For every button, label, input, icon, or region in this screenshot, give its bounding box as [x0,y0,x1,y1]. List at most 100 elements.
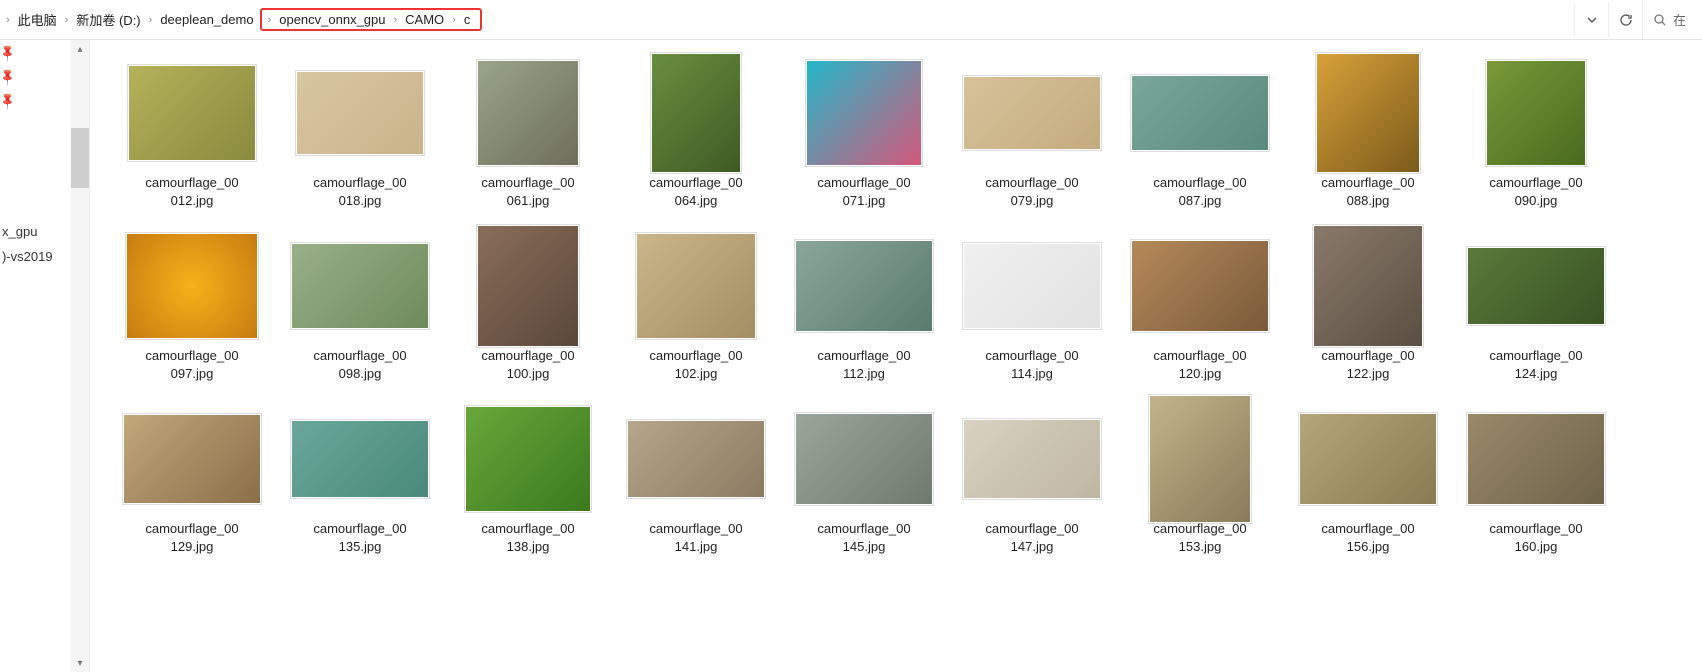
file-item[interactable]: camourflage_00156.jpg [1286,404,1450,555]
refresh-button[interactable] [1608,3,1642,37]
file-thumbnail [794,404,934,514]
file-thumbnail [1298,58,1438,168]
file-item[interactable]: camourflage_00160.jpg [1454,404,1618,555]
file-name: camourflage_00145.jpg [817,520,910,555]
file-item[interactable]: camourflage_00120.jpg [1118,231,1282,382]
pin-column: 📌 📌 📌 [0,40,15,672]
file-name: camourflage_00087.jpg [1153,174,1246,209]
breadcrumb[interactable]: ›此电脑›新加卷 (D:)›deeplean_demo›opencv_onnx_… [0,0,1574,39]
refresh-icon [1619,13,1633,27]
chevron-right-icon: › [147,14,155,26]
file-thumbnail [1466,231,1606,341]
chevron-down-icon [1586,14,1598,26]
address-bar: ›此电脑›新加卷 (D:)›deeplean_demo›opencv_onnx_… [0,0,1702,40]
file-item[interactable]: camourflage_00088.jpg [1286,58,1450,209]
file-item[interactable]: camourflage_00124.jpg [1454,231,1618,382]
file-name: camourflage_00088.jpg [1321,174,1414,209]
file-thumbnail [962,231,1102,341]
file-thumbnail [626,404,766,514]
scroll-thumb[interactable] [71,128,89,188]
file-item[interactable]: camourflage_00064.jpg [614,58,778,209]
file-item[interactable]: camourflage_00079.jpg [950,58,1114,209]
search-placeholder: 在 [1673,10,1686,29]
search-box[interactable]: 在 [1642,0,1702,39]
file-item[interactable]: camourflage_00145.jpg [782,404,946,555]
breadcrumb-item[interactable]: 此电脑 [12,0,63,39]
file-item[interactable]: camourflage_00100.jpg [446,231,610,382]
file-name: camourflage_00153.jpg [1153,520,1246,555]
history-dropdown-button[interactable] [1574,3,1608,37]
file-thumbnail [458,404,598,514]
sidebar-scrollbar[interactable]: ▴ ▾ [71,40,89,672]
file-item[interactable]: camourflage_00012.jpg [110,58,274,209]
file-thumbnail [962,58,1102,168]
file-thumbnail [794,58,934,168]
explorer-window: ›此电脑›新加卷 (D:)›deeplean_demo›opencv_onnx_… [0,0,1702,672]
breadcrumb-label: c [458,12,477,27]
file-item[interactable]: camourflage_00071.jpg [782,58,946,209]
file-item[interactable]: camourflage_00153.jpg [1118,404,1282,555]
chevron-right-icon: › [392,14,400,26]
chevron-right-icon: › [266,14,274,26]
file-item[interactable]: camourflage_00098.jpg [278,231,442,382]
file-name: camourflage_00079.jpg [985,174,1078,209]
file-item[interactable]: camourflage_00087.jpg [1118,58,1282,209]
file-name: camourflage_00061.jpg [481,174,574,209]
file-thumbnail [1130,58,1270,168]
breadcrumb-item[interactable]: CAMO [399,12,450,27]
file-item[interactable]: camourflage_00112.jpg [782,231,946,382]
file-item[interactable]: camourflage_00114.jpg [950,231,1114,382]
chevron-right-icon: › [4,14,12,26]
breadcrumb-item[interactable]: deeplean_demo [154,0,259,39]
breadcrumb-label: 此电脑 [12,10,63,29]
file-item[interactable]: camourflage_00102.jpg [614,231,778,382]
file-name: camourflage_00138.jpg [481,520,574,555]
file-thumbnail [1298,404,1438,514]
file-item[interactable]: camourflage_00090.jpg [1454,58,1618,209]
file-item[interactable]: camourflage_00122.jpg [1286,231,1450,382]
scroll-up-button[interactable]: ▴ [71,40,89,58]
breadcrumb-item[interactable]: c [458,12,477,27]
breadcrumb-label: opencv_onnx_gpu [273,12,391,27]
file-thumbnail [962,404,1102,514]
navigation-pane[interactable]: 📌 📌 📌 x_gpu)-vs2019 ▴ ▾ [0,40,90,672]
file-thumbnail [458,231,598,341]
breadcrumb-highlight: ›opencv_onnx_gpu›CAMO›c [260,8,483,31]
file-name: camourflage_00129.jpg [145,520,238,555]
file-item[interactable]: camourflage_00018.jpg [278,58,442,209]
file-name: camourflage_00112.jpg [817,347,910,382]
file-name: camourflage_00135.jpg [313,520,406,555]
breadcrumb-item[interactable]: opencv_onnx_gpu [273,12,391,27]
pin-icon: 📌 [0,67,18,87]
file-item[interactable]: camourflage_00138.jpg [446,404,610,555]
file-name: camourflage_00064.jpg [649,174,742,209]
file-item[interactable]: camourflage_00141.jpg [614,404,778,555]
chevron-right-icon: › [63,14,71,26]
file-name: camourflage_00100.jpg [481,347,574,382]
file-name: camourflage_00160.jpg [1489,520,1582,555]
file-item[interactable]: camourflage_00061.jpg [446,58,610,209]
body: 📌 📌 📌 x_gpu)-vs2019 ▴ ▾ camourflage_0001… [0,40,1702,672]
file-thumbnail [1466,404,1606,514]
file-item[interactable]: camourflage_00135.jpg [278,404,442,555]
file-item[interactable]: camourflage_00147.jpg [950,404,1114,555]
file-thumbnail [290,231,430,341]
file-name: camourflage_00071.jpg [817,174,910,209]
file-name: camourflage_00124.jpg [1489,347,1582,382]
scroll-down-button[interactable]: ▾ [71,654,89,672]
file-item[interactable]: camourflage_00129.jpg [110,404,274,555]
file-item[interactable]: camourflage_00097.jpg [110,231,274,382]
file-thumbnail [1130,404,1270,514]
file-name: camourflage_00012.jpg [145,174,238,209]
file-thumbnail [122,58,262,168]
file-thumbnail [290,58,430,168]
file-name: camourflage_00120.jpg [1153,347,1246,382]
quick-access-items[interactable]: x_gpu)-vs2019 [0,220,70,269]
file-name: camourflage_00147.jpg [985,520,1078,555]
sidebar-item[interactable]: x_gpu [2,220,70,245]
file-thumbnail [458,58,598,168]
breadcrumb-item[interactable]: 新加卷 (D:) [70,0,146,39]
file-view[interactable]: camourflage_00012.jpg camourflage_00018.j… [90,40,1702,672]
thumbnail-grid: camourflage_00012.jpg camourflage_00018.j… [110,58,1682,555]
sidebar-item[interactable]: )-vs2019 [2,245,70,270]
